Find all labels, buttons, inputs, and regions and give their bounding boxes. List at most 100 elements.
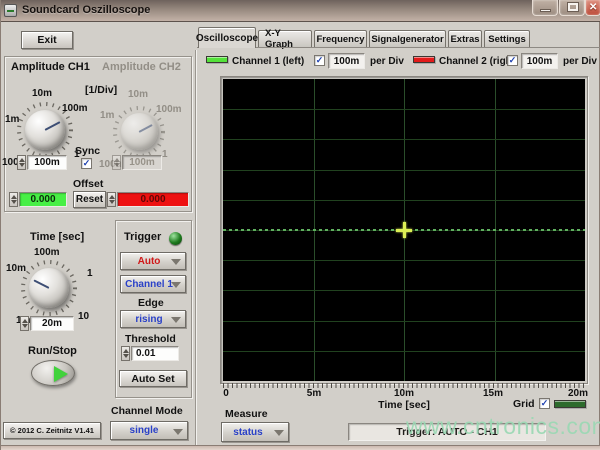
channel-mode-value: single xyxy=(130,425,159,436)
trigger-mode-value: Auto xyxy=(138,256,161,267)
offset-ch1-value[interactable]: 0.000 xyxy=(19,192,67,207)
amplitude-ch2-spinner[interactable] xyxy=(112,155,121,170)
time-knob[interactable] xyxy=(29,268,69,308)
grid-label: Grid xyxy=(513,398,535,410)
grid-line xyxy=(223,351,585,352)
channel1-color-swatch xyxy=(206,56,228,63)
channel2-perdiv-label: per Div xyxy=(563,56,597,67)
tab-frequency[interactable]: Frequency xyxy=(314,30,367,47)
x-tick-10m: 10m xyxy=(394,388,414,399)
close-button[interactable]: ✕ xyxy=(585,0,600,16)
trigger-source-value: Channel 1 xyxy=(125,279,173,290)
offset-ch2-spinner[interactable] xyxy=(107,192,116,207)
tab-xy-graph[interactable]: X-Y Graph xyxy=(258,30,312,47)
trigger-title: Trigger xyxy=(124,231,161,243)
time-spinner[interactable] xyxy=(20,316,29,331)
scope-plot-area[interactable] xyxy=(223,79,585,381)
app-icon xyxy=(4,4,17,17)
x-axis-label: Time [sec] xyxy=(378,399,430,411)
minimize-icon xyxy=(540,9,551,12)
grid-checkbox[interactable]: ✓ xyxy=(539,398,550,409)
trigger-mode-dropdown[interactable]: Auto xyxy=(120,252,186,270)
minimize-button[interactable] xyxy=(532,0,558,16)
x-tick-20m: 20m xyxy=(568,388,588,399)
x-tick-0: 0 xyxy=(223,388,229,399)
measure-value: status xyxy=(233,427,262,438)
amp2-scale-10m: 10m xyxy=(128,89,148,100)
trigger-source-dropdown[interactable]: Channel 1 xyxy=(120,275,186,293)
trigger-edge-value: rising xyxy=(135,314,162,325)
grid-line xyxy=(223,321,585,322)
tab-extras[interactable]: Extras xyxy=(448,30,482,47)
window-title: Soundcard Oszilloscope xyxy=(22,4,150,16)
channel2-scale-field[interactable]: 100m xyxy=(521,53,558,69)
autoset-button[interactable]: Auto Set xyxy=(119,370,187,387)
channel1-scale-field[interactable]: 100m xyxy=(328,53,365,69)
copyright-label: © 2012 C. Zeitnitz V1.41 xyxy=(3,422,101,439)
measure-label: Measure xyxy=(225,408,268,420)
channel-mode-dropdown[interactable]: single xyxy=(110,421,188,440)
tab-oscilloscope[interactable]: Oscilloscope xyxy=(198,27,256,48)
trigger-edge-dropdown[interactable]: rising xyxy=(120,310,186,328)
time-scale-10: 10 xyxy=(78,311,89,322)
run-stop-label: Run/Stop xyxy=(28,345,77,357)
amp1-scale-10m: 10m xyxy=(32,88,52,99)
amplitude-ch2-value: 100m xyxy=(122,155,162,170)
grid-line xyxy=(223,290,585,291)
amp2-scale-1m: 1m xyxy=(100,110,114,121)
channel1-check-icon: ✓ xyxy=(316,55,324,65)
grid-line xyxy=(223,109,585,110)
maximize-button[interactable] xyxy=(559,0,585,16)
time-scale-10m: 10m xyxy=(6,263,26,274)
amp2-scale-100m: 100m xyxy=(156,104,182,115)
channel2-checkbox[interactable]: ✓ xyxy=(507,55,518,66)
window-bottom-edge xyxy=(1,445,600,450)
x-tick-15m: 15m xyxy=(483,388,503,399)
amp1-scale-1m: 1m xyxy=(5,114,19,125)
amp1-scale-100m: 100m xyxy=(62,103,88,114)
time-value[interactable]: 20m xyxy=(30,316,74,331)
threshold-value[interactable]: 0.01 xyxy=(131,346,179,361)
channel-mode-label: Channel Mode xyxy=(111,405,183,417)
threshold-spinner[interactable] xyxy=(121,346,130,361)
measure-dropdown[interactable]: status xyxy=(221,422,289,442)
amplitude-ch1-title: Amplitude CH1 xyxy=(11,61,90,73)
grid-line xyxy=(223,139,585,140)
grid-color-swatch[interactable] xyxy=(554,400,586,408)
channel2-check-icon: ✓ xyxy=(509,55,517,65)
scope-frame xyxy=(220,76,588,384)
run-stop-button[interactable] xyxy=(31,360,75,386)
threshold-label: Threshold xyxy=(125,333,176,345)
watermark: www.cntronics.com xyxy=(406,413,600,440)
tab-settings[interactable]: Settings xyxy=(484,30,530,47)
grid-line xyxy=(223,170,585,171)
channel1-perdiv-label: per Div xyxy=(370,56,404,67)
channel2-color-swatch xyxy=(413,56,435,63)
chevron-down-icon xyxy=(171,259,181,265)
chevron-down-icon xyxy=(171,317,181,323)
scope-cursor[interactable] xyxy=(403,222,406,238)
edge-label: Edge xyxy=(138,297,164,309)
time-scale-100m: 100m xyxy=(34,247,60,258)
play-icon xyxy=(54,366,68,382)
offset-reset-button[interactable]: Reset xyxy=(73,191,106,208)
chevron-down-icon xyxy=(171,282,181,288)
sync-check-icon: ✓ xyxy=(83,158,91,168)
title-bar[interactable]: Soundcard Oszilloscope ✕ xyxy=(1,0,600,22)
amplitude-ch1-value[interactable]: 100m xyxy=(27,155,67,170)
x-tick-5m: 5m xyxy=(307,388,321,399)
amplitude-ch2-title: Amplitude CH2 xyxy=(102,61,181,73)
channel1-checkbox[interactable]: ✓ xyxy=(314,55,325,66)
amp2-scale-1: 1 xyxy=(162,149,168,160)
time-title: Time [sec] xyxy=(30,231,84,243)
offset-label: Offset xyxy=(73,178,103,190)
offset-ch2-value[interactable]: 0.000 xyxy=(117,192,189,207)
grid-line xyxy=(223,260,585,261)
amplitude-ch1-spinner[interactable] xyxy=(17,155,26,170)
exit-button[interactable]: Exit xyxy=(21,31,73,49)
sync-checkbox[interactable]: ✓ xyxy=(81,158,92,169)
tab-signalgenerator[interactable]: Signalgenerator xyxy=(369,30,446,47)
amplitude-unit-label: [1/Div] xyxy=(85,84,117,96)
app-window: Soundcard Oszilloscope ✕ Exit Amplitude … xyxy=(0,0,600,450)
offset-ch1-spinner[interactable] xyxy=(9,192,18,207)
